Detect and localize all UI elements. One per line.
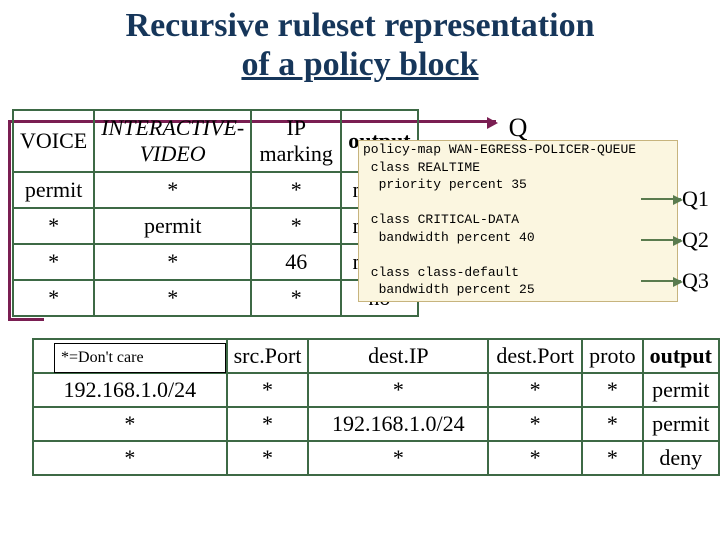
t2-r2c2: *	[308, 441, 488, 475]
t1-r1c2: *	[251, 208, 341, 244]
footnote-box: *=Don't care	[54, 343, 226, 373]
t1-r2c1: *	[94, 244, 251, 280]
queue-tag-1: Q1	[682, 186, 709, 212]
t2-r1c1: *	[227, 407, 309, 441]
slide-title: Recursive ruleset representation of a po…	[0, 6, 720, 84]
queue-code: policy-map WAN-EGRESS-POLICER-QUEUE clas…	[358, 140, 678, 302]
t1-r3c2: *	[251, 280, 341, 316]
t1-h2: IP marking	[251, 110, 341, 172]
t2-r1c2: 192.168.1.0/24	[308, 407, 488, 441]
t1-r2c2: 46	[251, 244, 341, 280]
t2-r1c0: *	[33, 407, 227, 441]
t2-r0c3: *	[488, 373, 582, 407]
callout-arrow-vert	[8, 120, 11, 318]
t2-r0c4: *	[582, 373, 642, 407]
t2-r1c5: permit	[643, 407, 719, 441]
t2-r2c0: *	[33, 441, 227, 475]
queue-label: Q	[358, 113, 678, 143]
t1-r0c1: *	[94, 172, 251, 208]
t2-r1c4: *	[582, 407, 642, 441]
queue-box-wrap: policy-map WAN-EGRESS-POLICER-QUEUE clas…	[358, 140, 678, 302]
queue-tag-3: Q3	[682, 268, 709, 294]
t2-h1: src.Port	[227, 339, 309, 373]
t1-r0c0: permit	[13, 172, 94, 208]
queue-arrow-3	[641, 280, 681, 282]
title-line1: Recursive ruleset representation	[0, 6, 720, 45]
queue-arrow-1	[641, 198, 681, 200]
queue-arrow-2	[641, 239, 681, 241]
t1-r2c0: *	[13, 244, 94, 280]
queue-tag-2: Q2	[682, 227, 709, 253]
t2-r0c1: *	[227, 373, 309, 407]
t2-r0c0: 192.168.1.0/24	[33, 373, 227, 407]
t2-r0c2: *	[308, 373, 488, 407]
t2-r0c5: permit	[643, 373, 719, 407]
t1-r3c1: *	[94, 280, 251, 316]
t1-r1c0: *	[13, 208, 94, 244]
t2-r2c5: deny	[643, 441, 719, 475]
t2-h5: output	[643, 339, 719, 373]
t2-r2c1: *	[227, 441, 309, 475]
t2-r2c4: *	[582, 441, 642, 475]
t2-r1c3: *	[488, 407, 582, 441]
t1-h1: INTERACTIVE-VIDEO	[94, 110, 251, 172]
title-line2: of a policy block	[0, 45, 720, 84]
t2-h2: dest.IP	[308, 339, 488, 373]
t2-h4: proto	[582, 339, 642, 373]
t1-r3c0: *	[13, 280, 94, 316]
t2-r2c3: *	[488, 441, 582, 475]
t1-r0c2: *	[251, 172, 341, 208]
t1-r1c1: permit	[94, 208, 251, 244]
callout-arrow-join	[8, 318, 44, 321]
t1-h0: VOICE	[13, 110, 94, 172]
t2-h3: dest.Port	[488, 339, 582, 373]
